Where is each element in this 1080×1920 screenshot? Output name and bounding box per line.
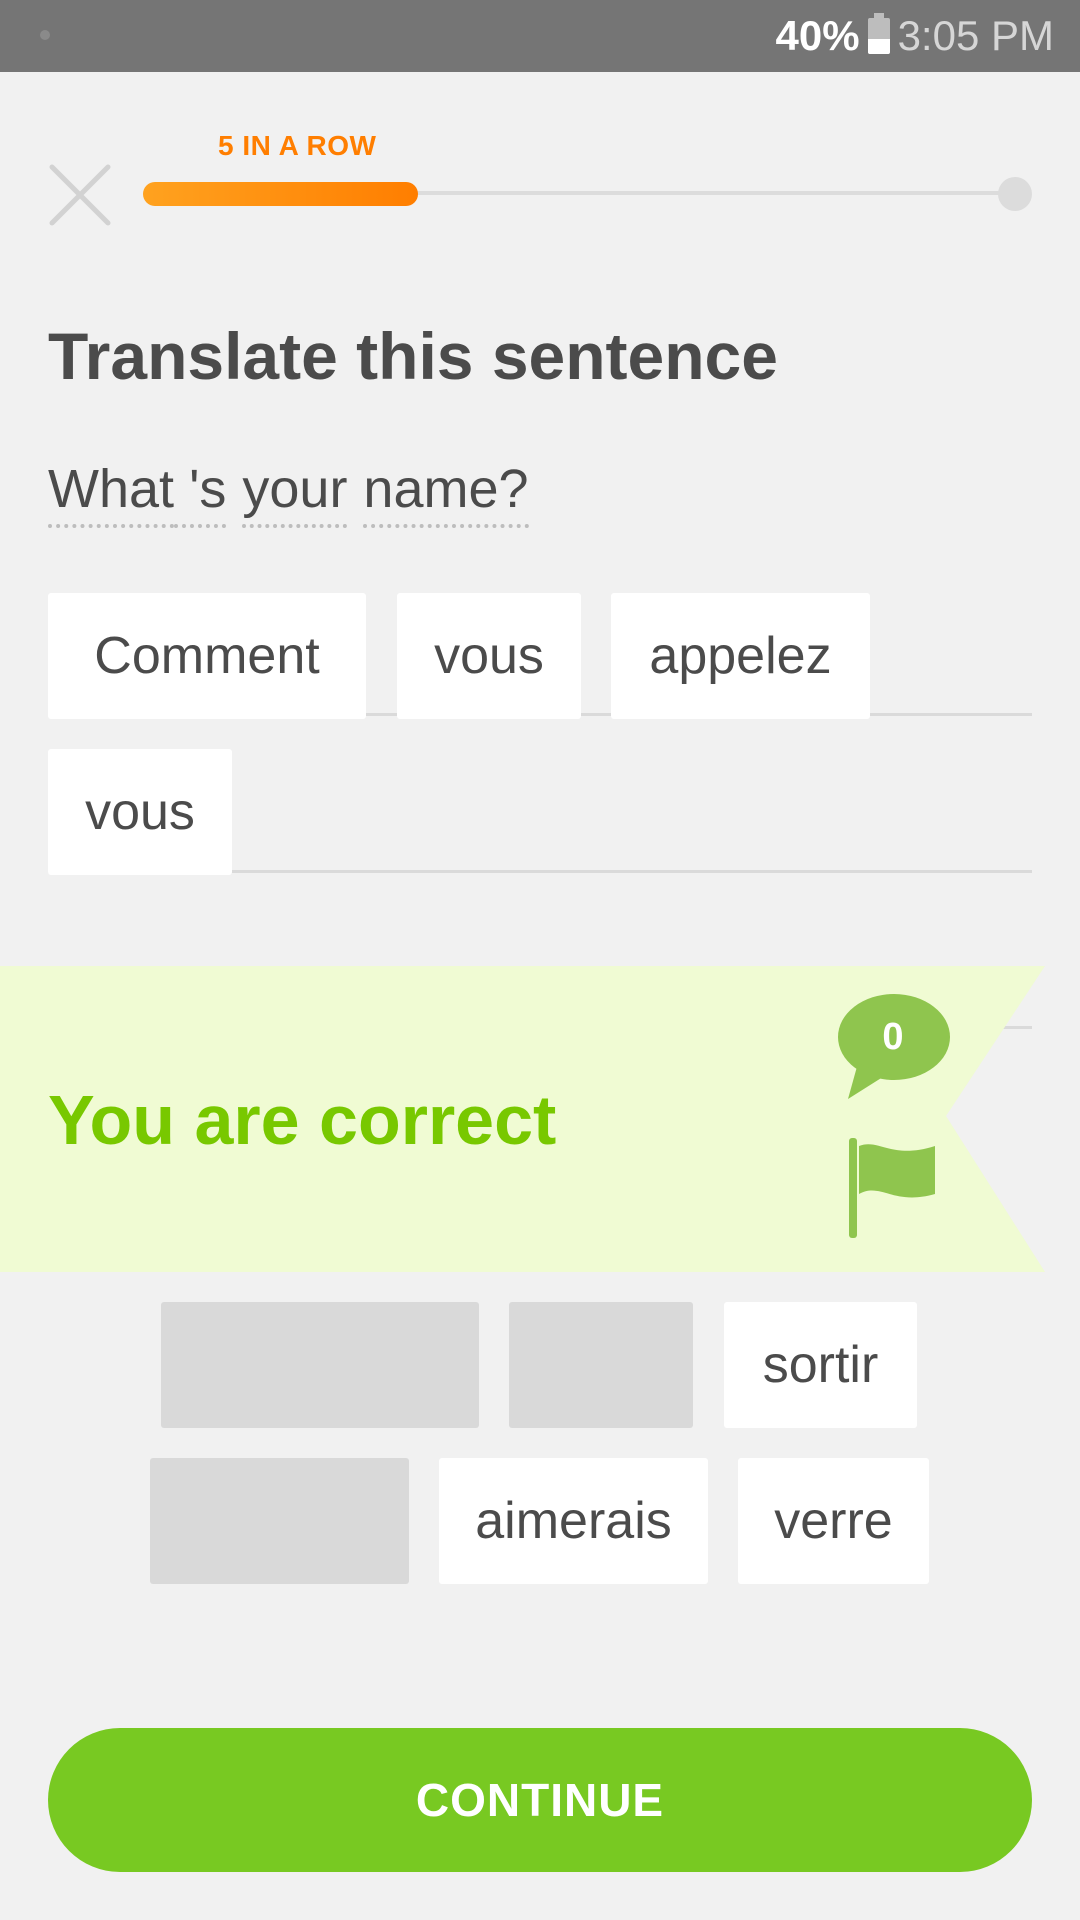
streak-label: 5 IN A ROW xyxy=(218,130,377,161)
feedback-message: You are correct xyxy=(48,1081,557,1159)
progress-end-marker xyxy=(998,177,1032,211)
status-right: 40% 3:05 PM xyxy=(776,0,1054,72)
word-bank-chip[interactable]: verre xyxy=(738,1458,929,1584)
word-bank-chip-used xyxy=(161,1302,479,1428)
flag-icon xyxy=(849,1138,935,1238)
word-bank-chip-used xyxy=(150,1458,409,1584)
battery-percentage: 40% xyxy=(775,12,860,59)
prompt-word[interactable]: 's xyxy=(174,458,227,528)
close-icon xyxy=(49,164,111,226)
answer-word-chip[interactable]: appelez xyxy=(611,593,870,719)
answer-word-chip[interactable]: vous xyxy=(397,593,581,719)
answer-word-chip[interactable]: Comment xyxy=(48,593,366,719)
report-button[interactable] xyxy=(845,1138,941,1238)
comment-count: 0 xyxy=(882,1016,904,1058)
status-bar: 40% 3:05 PM xyxy=(0,0,1080,72)
clock: 3:05 PM xyxy=(897,12,1054,59)
notification-dot xyxy=(40,30,50,40)
answer-word-chip[interactable]: vous xyxy=(48,749,232,875)
word-bank-chip[interactable]: aimerais xyxy=(439,1458,708,1584)
word-bank-chip[interactable]: sortir xyxy=(724,1302,917,1428)
prompt-word[interactable]: name? xyxy=(363,458,529,528)
continue-button[interactable]: CONTINUE xyxy=(48,1728,1032,1872)
prompt-sentence: What 's your name? xyxy=(48,458,529,528)
prompt-word[interactable]: What xyxy=(48,458,175,528)
close-button[interactable] xyxy=(48,163,112,227)
word-bank-chip-used xyxy=(509,1302,693,1428)
exercise-title: Translate this sentence xyxy=(48,319,778,393)
progress-fill xyxy=(143,182,418,206)
prompt-word[interactable]: your xyxy=(242,458,348,528)
battery-icon xyxy=(867,13,890,54)
